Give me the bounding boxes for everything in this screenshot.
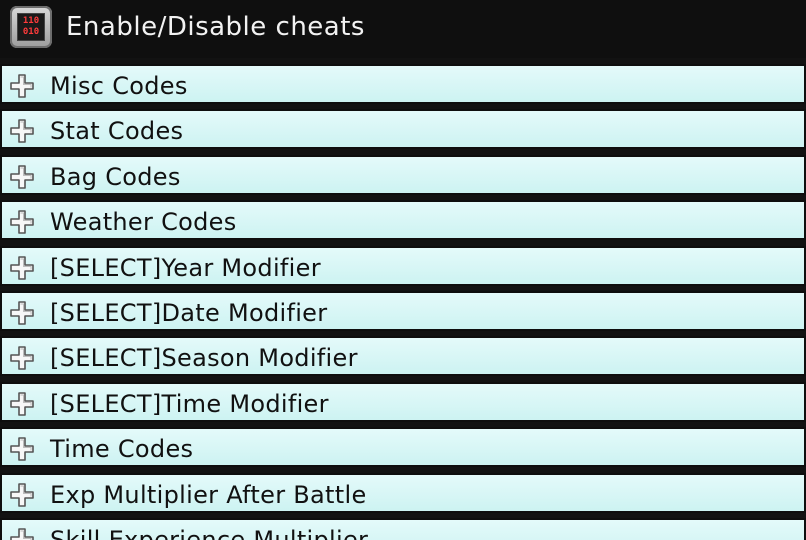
expand-plus-icon[interactable] [10,437,34,461]
expand-plus-icon[interactable] [10,301,34,325]
cheat-category-row[interactable]: Bag Codes [0,154,806,195]
cheat-category-row[interactable]: Misc Codes [0,64,806,104]
cheat-category-row[interactable]: Time Codes [0,427,806,468]
cheat-category-label: [SELECT]Season Modifier [50,344,358,373]
page-title: Enable/Disable cheats [66,12,365,42]
title-bar: 110 010 Enable/Disable cheats [0,0,806,58]
cheat-category-label: Weather Codes [50,208,237,237]
cheat-category-label: [SELECT]Year Modifier [50,253,321,282]
app-icon-glyph: 110 010 [17,13,45,41]
cheat-category-label: Bag Codes [50,162,181,191]
cheat-category-label: [SELECT]Time Modifier [50,389,329,418]
expand-plus-icon[interactable] [10,255,34,280]
cheat-category-row[interactable]: Exp Multiplier After Battle [0,472,806,513]
cheat-chip-icon: 110 010 [10,6,52,48]
expand-plus-icon[interactable] [10,482,34,507]
cheat-category-row[interactable]: Skill Experience Multiplier [0,517,806,540]
cheat-category-row[interactable]: Stat Codes [0,109,806,150]
expand-plus-icon[interactable] [10,391,34,416]
expand-plus-icon[interactable] [10,119,34,144]
cheat-category-row[interactable]: Weather Codes [0,200,806,241]
cheat-category-label: Time Codes [50,435,194,464]
cheat-category-label: Skill Experience Multiplier [50,525,369,540]
cheat-category-label: Exp Multiplier After Battle [50,480,367,509]
cheat-category-label: Misc Codes [50,72,188,100]
expand-plus-icon[interactable] [10,164,34,189]
expand-plus-icon[interactable] [10,74,34,98]
cheat-category-row[interactable]: [SELECT]Year Modifier [0,245,806,286]
cheat-category-label: Stat Codes [50,117,184,146]
expand-plus-icon[interactable] [10,528,34,540]
cheat-category-list: Misc Codes Stat Codes Bag Codes Weather Cod… [0,64,806,540]
cheat-category-row[interactable]: [SELECT]Date Modifier [0,290,806,331]
expand-plus-icon[interactable] [10,210,34,234]
cheat-category-row[interactable]: [SELECT]Season Modifier [0,336,806,377]
cheat-category-label: [SELECT]Date Modifier [50,298,328,327]
cheat-category-row[interactable]: [SELECT]Time Modifier [0,381,806,422]
expand-plus-icon[interactable] [10,346,34,371]
